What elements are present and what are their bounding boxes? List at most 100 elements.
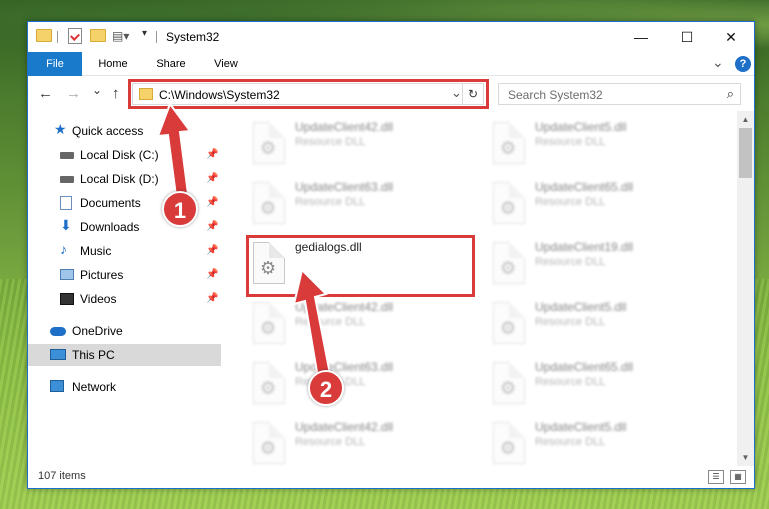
nav-item-label: Music <box>80 244 112 258</box>
file-item[interactable]: ⚙ UpdateClient65.dll Resource DLL <box>483 176 713 232</box>
nav-item-label: Documents <box>80 196 141 210</box>
file-name: UpdateClient65.dll <box>535 360 634 374</box>
tab-home[interactable]: Home <box>88 52 138 76</box>
large-icons-view-icon[interactable]: ▦ <box>730 470 746 484</box>
nav-item-label: This PC <box>72 348 115 362</box>
tab-view[interactable]: View <box>204 52 248 76</box>
file-type: Resource DLL <box>295 316 366 328</box>
file-item[interactable]: ⚙ UpdateClient63.dll Resource DLL <box>243 176 473 232</box>
address-dropdown-icon[interactable]: ⌄ <box>451 85 462 101</box>
nav-item-this-pc[interactable]: This PC <box>28 344 221 366</box>
dll-file-icon: ⚙ <box>253 182 285 224</box>
vertical-scrollbar[interactable]: ▲ ▼ <box>737 111 754 466</box>
downloads-icon: ⬇ <box>60 217 72 233</box>
back-button[interactable]: ← <box>38 85 53 102</box>
file-item[interactable]: ⚙ UpdateClient5.dll Resource DLL <box>483 416 713 472</box>
file-item[interactable]: ⚙ UpdateClient5.dll Resource DLL <box>483 296 713 352</box>
navigation-pane: ★ Quick access Local Disk (C:) 📌 Local D… <box>28 111 221 466</box>
file-item[interactable]: ⚙ UpdateClient65.dll Resource DLL <box>483 356 713 412</box>
ribbon-tabs: File Home Share View ⌄ ? <box>28 52 754 76</box>
videos-icon <box>60 293 74 305</box>
gear-icon: ⚙ <box>500 258 517 278</box>
file-type: Resource DLL <box>535 256 606 268</box>
file-name: UpdateClient5.dll <box>535 300 627 314</box>
search-input[interactable]: Search System32 ⌕ <box>498 83 741 105</box>
dll-file-icon: ⚙ <box>253 242 285 284</box>
maximize-button[interactable]: ☐ <box>664 22 710 52</box>
gear-icon: ⚙ <box>500 438 517 458</box>
nav-item-network[interactable]: Network <box>28 376 221 398</box>
nav-item-music[interactable]: ♪ Music 📌 <box>28 240 221 262</box>
documents-icon <box>60 196 72 210</box>
up-button[interactable]: ↑ <box>112 85 120 102</box>
file-item-gedialogs[interactable]: ⚙ gedialogs.dll <box>243 236 473 292</box>
recent-locations-button[interactable]: ⌄ <box>92 83 102 97</box>
nav-item-local-disk-d[interactable]: Local Disk (D:) 📌 <box>28 168 221 190</box>
file-type: Resource DLL <box>295 436 366 448</box>
search-icon[interactable]: ⌕ <box>727 86 734 102</box>
address-bar[interactable]: C:\Windows\System32 ⌄ <box>132 83 484 105</box>
file-name: UpdateClient19.dll <box>535 240 634 254</box>
title-bar: ▤▾ ▾ System32 — ☐ ✕ <box>28 22 754 52</box>
file-type: Resource DLL <box>535 316 606 328</box>
file-item[interactable]: ⚙ UpdateClient42.dll Resource DLL <box>243 416 473 472</box>
dll-file-icon: ⚙ <box>253 302 285 344</box>
file-item[interactable]: ⚙ UpdateClient19.dll Resource DLL <box>483 236 713 292</box>
properties-icon[interactable] <box>68 28 82 44</box>
qa-dropdown-icon[interactable]: ▾ <box>142 28 147 44</box>
nav-item-label: Pictures <box>80 268 124 282</box>
address-path[interactable]: C:\Windows\System32 <box>159 88 280 102</box>
file-type: Resource DLL <box>535 196 606 208</box>
file-name: UpdateClient42.dll <box>295 420 394 434</box>
close-button[interactable]: ✕ <box>708 22 754 52</box>
file-name: gedialogs.dll <box>295 240 362 254</box>
scroll-down-icon[interactable]: ▼ <box>737 449 754 466</box>
gear-icon: ⚙ <box>260 258 277 278</box>
gear-icon: ⚙ <box>260 138 277 158</box>
scroll-up-icon[interactable]: ▲ <box>737 111 754 128</box>
file-name: UpdateClient5.dll <box>535 420 627 434</box>
file-type: Resource DLL <box>295 196 366 208</box>
dll-file-icon: ⚙ <box>493 122 525 164</box>
tab-share[interactable]: Share <box>146 52 196 76</box>
nav-item-quick-access[interactable]: ★ Quick access <box>28 120 221 142</box>
help-icon[interactable]: ? <box>735 56 751 72</box>
refresh-button[interactable]: ↻ <box>462 83 484 105</box>
nav-item-label: OneDrive <box>72 324 123 338</box>
tab-file[interactable]: File <box>28 52 82 76</box>
network-icon <box>50 380 64 392</box>
folder-icon <box>36 29 52 42</box>
computer-icon <box>50 349 66 360</box>
file-item[interactable]: ⚙ UpdateClient63.dll Resource DLL <box>243 356 473 412</box>
drive-icon <box>60 152 74 159</box>
nav-item-label: Network <box>72 380 117 394</box>
forward-button[interactable]: → <box>66 85 81 102</box>
pin-icon: 📌 <box>206 221 219 232</box>
nav-item-local-disk-c[interactable]: Local Disk (C:) 📌 <box>28 144 221 166</box>
nav-item-label: Downloads <box>80 220 140 234</box>
nav-item-pictures[interactable]: Pictures 📌 <box>28 264 221 286</box>
step-2-badge: 2 <box>308 370 344 406</box>
nav-item-videos[interactable]: Videos 📌 <box>28 288 221 310</box>
file-item[interactable]: ⚙ UpdateClient42.dll Resource DLL <box>243 116 473 172</box>
dll-file-icon: ⚙ <box>493 422 525 464</box>
window-title: System32 <box>166 30 220 44</box>
dll-file-icon: ⚙ <box>253 422 285 464</box>
nav-item-label: Local Disk (C:) <box>80 148 159 162</box>
scroll-thumb[interactable] <box>739 128 752 178</box>
new-folder-icon[interactable] <box>90 29 106 42</box>
nav-item-onedrive[interactable]: OneDrive <box>28 320 221 342</box>
file-item[interactable]: ⚙ UpdateClient42.dll Resource DLL <box>243 296 473 352</box>
expand-ribbon-icon[interactable]: ⌄ <box>712 54 724 71</box>
nav-item-label: Videos <box>80 292 117 306</box>
minimize-button[interactable]: — <box>618 22 664 52</box>
gear-icon: ⚙ <box>260 378 277 398</box>
gear-icon: ⚙ <box>500 318 517 338</box>
file-type: Resource DLL <box>535 136 606 148</box>
file-name: UpdateClient63.dll <box>295 180 394 194</box>
folder-icon <box>139 88 153 100</box>
file-list: ⚙ UpdateClient42.dll Resource DLL ⚙ Upda… <box>233 111 738 466</box>
customize-qa-icon[interactable]: ▤▾ <box>112 29 129 45</box>
file-item[interactable]: ⚙ UpdateClient5.dll Resource DLL <box>483 116 713 172</box>
details-view-icon[interactable]: ☰ <box>708 470 724 484</box>
